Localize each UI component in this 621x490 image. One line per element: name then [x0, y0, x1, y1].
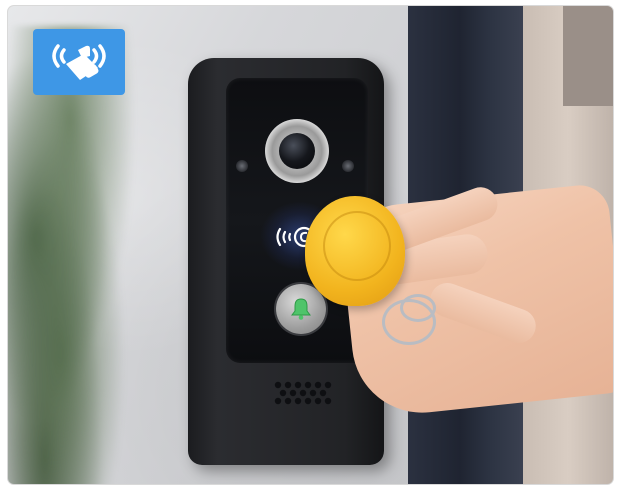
nfc-tap-badge	[33, 29, 125, 95]
ir-led-left	[236, 160, 248, 172]
bell-icon	[291, 298, 311, 320]
speaker-grille	[274, 381, 332, 405]
door-panel	[563, 6, 613, 106]
camera-lens	[279, 133, 315, 169]
key-ring-small	[400, 294, 436, 322]
nfc-tap-icon	[52, 44, 106, 80]
product-photo	[8, 6, 613, 484]
key-fob-inner	[323, 211, 391, 281]
ir-led-right	[342, 160, 354, 172]
